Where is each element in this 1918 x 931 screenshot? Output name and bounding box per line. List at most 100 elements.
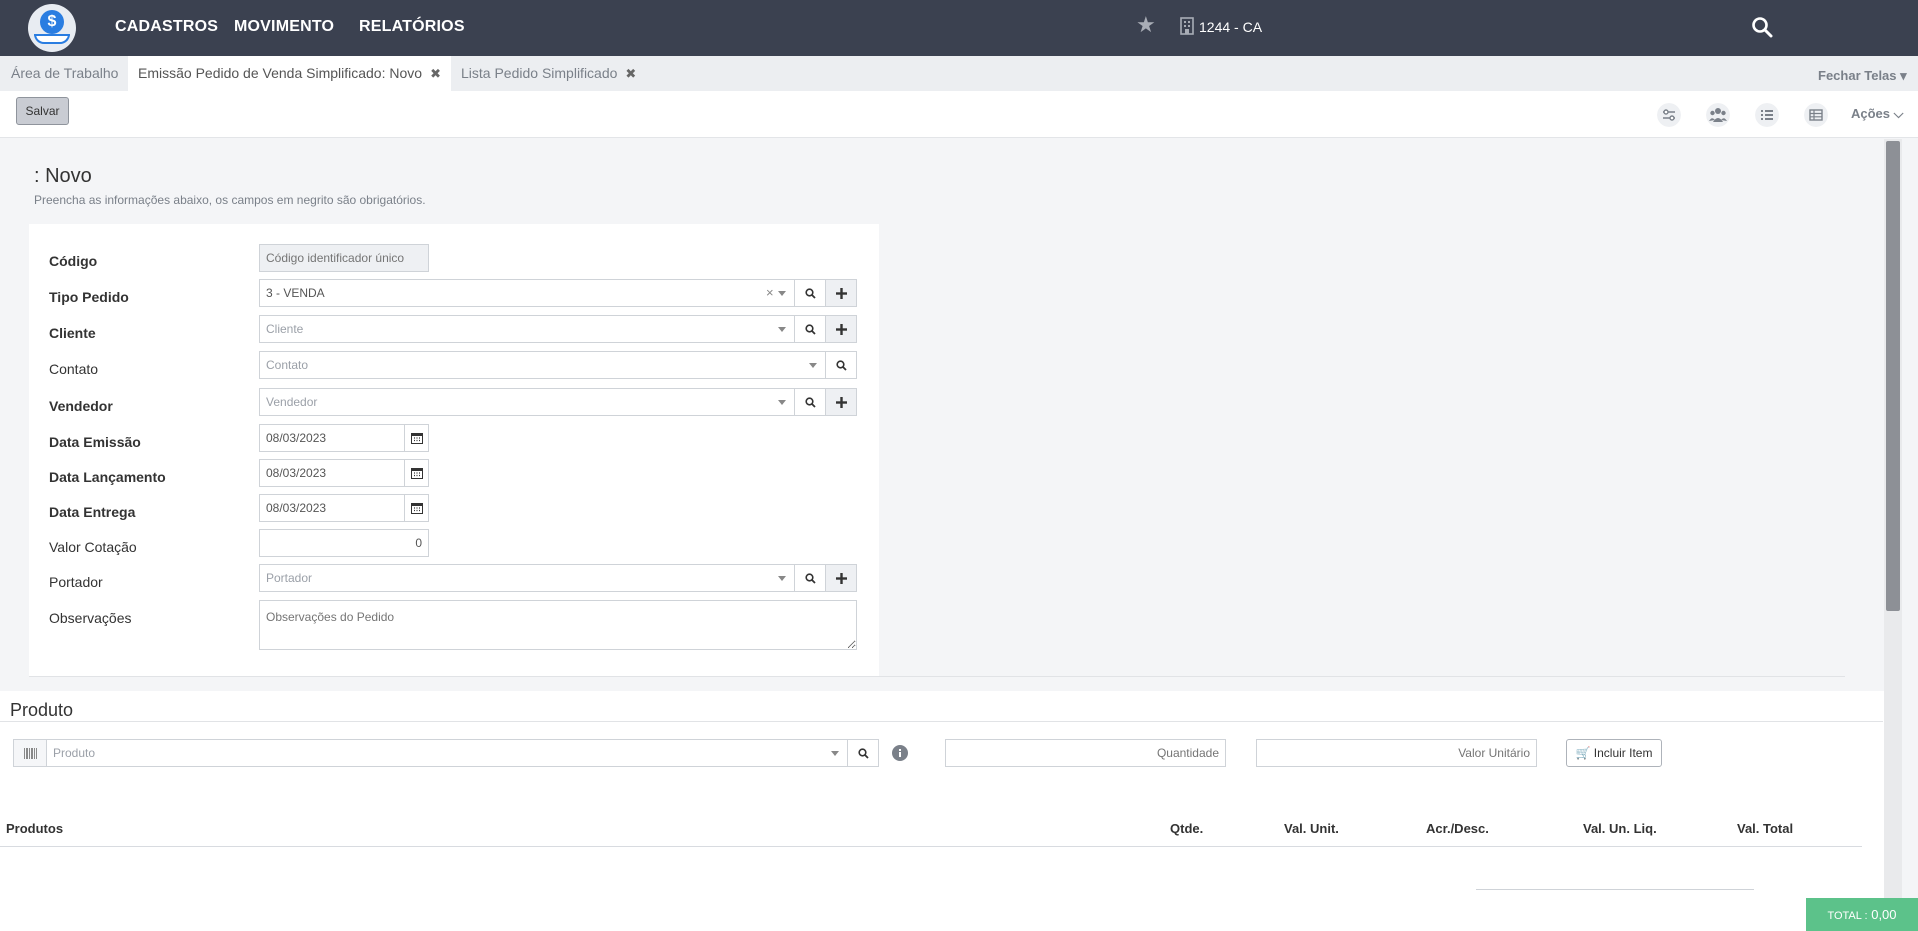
plus-icon bbox=[836, 573, 847, 584]
product-select[interactable]: Produto bbox=[46, 739, 848, 767]
hand-icon bbox=[34, 34, 70, 44]
calendar-icon bbox=[411, 468, 423, 479]
search-icon bbox=[858, 748, 869, 759]
col-qtde: Qtde. bbox=[1170, 821, 1204, 836]
scrollbar-thumb[interactable] bbox=[1886, 141, 1900, 611]
data-lancamento-calendar-button[interactable] bbox=[404, 459, 429, 487]
plus-icon bbox=[836, 288, 847, 299]
col-produtos: Produtos bbox=[6, 821, 64, 836]
tab-area-de-trabalho[interactable]: Área de Trabalho bbox=[1, 56, 128, 91]
cliente-select[interactable]: Cliente bbox=[259, 315, 795, 343]
portador-placeholder: Portador bbox=[266, 571, 313, 585]
page-subtitle: Preencha as informações abaixo, os campo… bbox=[34, 193, 426, 207]
info-icon[interactable] bbox=[892, 745, 908, 761]
save-button[interactable]: Salvar bbox=[16, 97, 69, 125]
chevron-down-icon bbox=[778, 576, 786, 581]
portador-select[interactable]: Portador bbox=[259, 564, 795, 592]
search-icon[interactable] bbox=[1751, 16, 1773, 38]
portador-add-button[interactable] bbox=[825, 564, 857, 592]
cliente-add-button[interactable] bbox=[825, 315, 857, 343]
table-footer-stub bbox=[1476, 889, 1754, 893]
cart-icon: 🛒 bbox=[1575, 746, 1591, 760]
product-search-button[interactable] bbox=[847, 739, 879, 767]
data-emissao-calendar-button[interactable] bbox=[404, 424, 429, 452]
plus-icon bbox=[836, 324, 847, 335]
tipo-pedido-select[interactable]: 3 - VENDA × bbox=[259, 279, 795, 307]
favorite-star-icon[interactable]: ★ bbox=[1136, 14, 1158, 36]
product-section: Produto Produto 🛒 Incluir Item Produtos … bbox=[0, 691, 1884, 931]
vendedor-placeholder: Vendedor bbox=[266, 395, 318, 409]
chevron-down-icon bbox=[778, 400, 786, 405]
observacoes-textarea[interactable] bbox=[259, 600, 857, 650]
chevron-down-icon bbox=[778, 291, 786, 296]
contato-label: Contato bbox=[49, 361, 99, 377]
total-badge: TOTAL : 0,00 bbox=[1806, 898, 1918, 931]
app-logo[interactable]: $ bbox=[28, 4, 76, 52]
barcode-icon bbox=[24, 748, 37, 759]
close-tab-icon[interactable]: ✖ bbox=[625, 66, 636, 81]
close-all-tabs[interactable]: Fechar Telas ▾ bbox=[1818, 68, 1907, 84]
users-icon[interactable] bbox=[1706, 103, 1730, 127]
close-all-label: Fechar Telas bbox=[1818, 68, 1897, 83]
unit-value-input[interactable] bbox=[1256, 739, 1537, 767]
tipo-pedido-search-button[interactable] bbox=[794, 279, 826, 307]
branch-selector[interactable]: 1244 - CA bbox=[1199, 19, 1262, 35]
tab-label: Emissão Pedido de Venda Simplificado: No… bbox=[138, 65, 423, 81]
portador-search-button[interactable] bbox=[794, 564, 826, 592]
close-tab-icon[interactable]: ✖ bbox=[430, 66, 441, 81]
search-icon bbox=[805, 397, 816, 408]
actions-menu[interactable]: Ações ⌵ bbox=[1851, 106, 1904, 122]
list-icon[interactable] bbox=[1755, 103, 1779, 127]
col-val-un-liq: Val. Un. Liq. bbox=[1583, 821, 1657, 836]
tabs-bar: Área de Trabalho Emissão Pedido de Venda… bbox=[0, 56, 1918, 91]
search-icon bbox=[805, 573, 816, 584]
tab-emissao-pedido[interactable]: Emissão Pedido de Venda Simplificado: No… bbox=[128, 56, 451, 91]
quantity-input[interactable] bbox=[945, 739, 1226, 767]
nav-cadastros[interactable]: CADASTROS bbox=[115, 18, 218, 36]
vendedor-select[interactable]: Vendedor bbox=[259, 388, 795, 416]
nav-movimento[interactable]: MOVIMENTO bbox=[234, 18, 334, 36]
cliente-placeholder: Cliente bbox=[266, 322, 304, 336]
data-emissao-label: Data Emissão bbox=[49, 434, 141, 450]
calendar-icon bbox=[411, 503, 423, 514]
valor-cotacao-input[interactable]: 0 bbox=[259, 529, 429, 557]
tipo-pedido-add-button[interactable] bbox=[825, 279, 857, 307]
observacoes-label: Observações bbox=[49, 610, 132, 626]
dollar-icon: $ bbox=[40, 10, 64, 34]
filter-sliders-icon[interactable] bbox=[1657, 103, 1681, 127]
include-item-label: Incluir Item bbox=[1593, 746, 1653, 760]
vendedor-search-button[interactable] bbox=[794, 388, 826, 416]
nav-relatorios[interactable]: RELATÓRIOS bbox=[359, 18, 465, 36]
include-item-button[interactable]: 🛒 Incluir Item bbox=[1566, 739, 1662, 767]
cliente-search-button[interactable] bbox=[794, 315, 826, 343]
tipo-pedido-value: 3 - VENDA bbox=[266, 286, 325, 300]
contato-select[interactable]: Contato bbox=[259, 351, 826, 379]
clear-icon[interactable]: × bbox=[766, 280, 774, 306]
data-entrega-calendar-button[interactable] bbox=[404, 494, 429, 522]
data-emissao-input[interactable]: 08/03/2023 bbox=[259, 424, 405, 452]
barcode-button[interactable] bbox=[13, 739, 47, 767]
codigo-label: Código bbox=[49, 253, 98, 269]
col-val-total: Val. Total bbox=[1737, 821, 1794, 836]
search-icon bbox=[805, 324, 816, 335]
search-icon bbox=[805, 288, 816, 299]
tab-label: Área de Trabalho bbox=[11, 65, 119, 81]
data-lancamento-input[interactable]: 08/03/2023 bbox=[259, 459, 405, 487]
data-entrega-input[interactable]: 08/03/2023 bbox=[259, 494, 405, 522]
chevron-down-icon bbox=[809, 363, 817, 368]
tab-label: Lista Pedido Simplificado bbox=[461, 65, 618, 81]
tipo-pedido-label: Tipo Pedido bbox=[49, 289, 129, 305]
portador-label: Portador bbox=[49, 574, 103, 590]
product-title-divider bbox=[0, 721, 1883, 722]
contato-search-button[interactable] bbox=[825, 351, 857, 379]
valor-cotacao-label: Valor Cotação bbox=[49, 539, 137, 555]
building-icon bbox=[1180, 17, 1194, 35]
actions-label: Ações bbox=[1851, 106, 1891, 121]
codigo-input[interactable] bbox=[259, 244, 429, 272]
vendedor-add-button[interactable] bbox=[825, 388, 857, 416]
tab-lista-pedido[interactable]: Lista Pedido Simplificado ✖ bbox=[451, 56, 646, 91]
total-label: TOTAL : bbox=[1827, 910, 1868, 922]
section-divider bbox=[29, 676, 1845, 677]
table-icon[interactable] bbox=[1804, 103, 1828, 127]
calendar-icon bbox=[411, 433, 423, 444]
